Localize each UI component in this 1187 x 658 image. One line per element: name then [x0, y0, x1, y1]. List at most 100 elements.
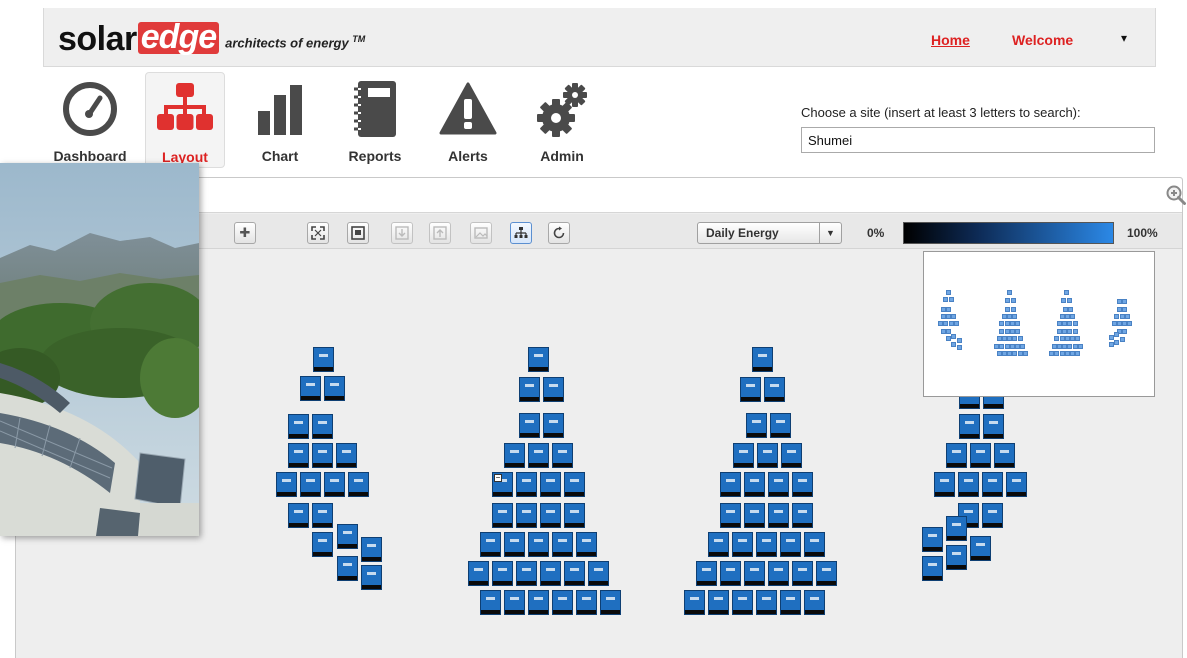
- tool-chart[interactable]: Chart: [240, 72, 320, 168]
- solar-module[interactable]: [600, 590, 621, 615]
- solar-module[interactable]: [516, 503, 537, 528]
- solar-module[interactable]: [770, 413, 791, 438]
- logical-layout-button[interactable]: [510, 222, 532, 244]
- solar-module[interactable]: [764, 377, 785, 402]
- tool-layout[interactable]: Layout: [145, 72, 225, 168]
- zoom-in-icon[interactable]: [1166, 185, 1186, 205]
- solar-module[interactable]: [708, 590, 729, 615]
- solar-module[interactable]: [324, 472, 345, 497]
- solar-module[interactable]: [540, 503, 561, 528]
- solar-module[interactable]: [361, 537, 382, 562]
- solar-module[interactable]: [756, 590, 777, 615]
- solar-module[interactable]: [516, 561, 537, 586]
- solar-module[interactable]: [300, 376, 321, 401]
- solar-module[interactable]: [757, 443, 778, 468]
- solar-module[interactable]: [528, 347, 549, 372]
- solar-module[interactable]: [922, 527, 943, 552]
- solar-module[interactable]: [744, 472, 765, 497]
- move-down-button[interactable]: [391, 222, 413, 244]
- solar-module[interactable]: [312, 532, 333, 557]
- solar-module[interactable]: [746, 413, 767, 438]
- solar-module[interactable]: [552, 532, 573, 557]
- solar-module[interactable]: [504, 532, 525, 557]
- solar-module[interactable]: [732, 532, 753, 557]
- solar-module[interactable]: [994, 443, 1015, 468]
- solar-module[interactable]: [543, 377, 564, 402]
- solar-module[interactable]: [468, 561, 489, 586]
- solar-module[interactable]: [337, 556, 358, 581]
- tool-admin[interactable]: Admin: [522, 72, 602, 168]
- welcome-label[interactable]: Welcome: [1012, 32, 1073, 48]
- solar-module[interactable]: [519, 377, 540, 402]
- solar-module[interactable]: [732, 590, 753, 615]
- home-link[interactable]: Home: [931, 32, 970, 48]
- tool-reports[interactable]: Reports: [335, 72, 415, 168]
- solar-module[interactable]: [744, 561, 765, 586]
- solar-module[interactable]: [576, 590, 597, 615]
- solar-module[interactable]: [720, 561, 741, 586]
- zoom-in-button[interactable]: ✚: [234, 222, 256, 244]
- solar-module[interactable]: [946, 516, 967, 541]
- solar-module[interactable]: [552, 443, 573, 468]
- solar-module[interactable]: [720, 472, 741, 497]
- energy-metric-select[interactable]: Daily Energy ▼: [697, 222, 842, 244]
- solar-module[interactable]: [540, 561, 561, 586]
- refresh-button[interactable]: [548, 222, 570, 244]
- solar-module[interactable]: [528, 443, 549, 468]
- solar-module[interactable]: [970, 536, 991, 561]
- solar-module[interactable]: [300, 472, 321, 497]
- solar-module[interactable]: [480, 590, 501, 615]
- solar-module[interactable]: [934, 472, 955, 497]
- solar-module[interactable]: [922, 556, 943, 581]
- tool-dashboard[interactable]: Dashboard: [50, 72, 130, 168]
- solar-module[interactable]: [312, 503, 333, 528]
- solar-module[interactable]: [733, 443, 754, 468]
- site-search-input[interactable]: [801, 127, 1155, 153]
- solar-module[interactable]: [588, 561, 609, 586]
- solar-module[interactable]: [576, 532, 597, 557]
- solar-module[interactable]: [519, 413, 540, 438]
- solar-module[interactable]: [792, 472, 813, 497]
- solar-module[interactable]: [348, 472, 369, 497]
- solar-module[interactable]: [792, 503, 813, 528]
- solar-module[interactable]: [337, 524, 358, 549]
- solar-module[interactable]: [564, 472, 585, 497]
- solar-module[interactable]: [768, 472, 789, 497]
- tool-alerts[interactable]: Alerts: [428, 72, 508, 168]
- solar-module[interactable]: [324, 376, 345, 401]
- solar-module[interactable]: [970, 443, 991, 468]
- solar-module[interactable]: [564, 503, 585, 528]
- solar-module[interactable]: [959, 414, 980, 439]
- fit-to-screen-button[interactable]: [307, 222, 329, 244]
- solar-module[interactable]: [696, 561, 717, 586]
- solar-module[interactable]: [312, 414, 333, 439]
- solar-module[interactable]: [504, 590, 525, 615]
- solar-module[interactable]: [744, 503, 765, 528]
- solar-module[interactable]: [768, 503, 789, 528]
- solar-module[interactable]: [792, 561, 813, 586]
- solar-module[interactable]: [480, 532, 501, 557]
- chevron-down-icon[interactable]: ▾: [1121, 31, 1127, 45]
- solar-module[interactable]: [816, 561, 837, 586]
- module-view-button[interactable]: [347, 222, 369, 244]
- solar-module[interactable]: [540, 472, 561, 497]
- solar-module[interactable]: [276, 472, 297, 497]
- solar-module[interactable]: [780, 532, 801, 557]
- solar-module[interactable]: [361, 565, 382, 590]
- move-up-button[interactable]: [429, 222, 451, 244]
- solar-module[interactable]: [756, 532, 777, 557]
- layout-minimap[interactable]: [923, 251, 1155, 397]
- solar-module[interactable]: [504, 443, 525, 468]
- solar-module[interactable]: [958, 472, 979, 497]
- solar-module[interactable]: [288, 443, 309, 468]
- solar-module[interactable]: [528, 532, 549, 557]
- solar-module[interactable]: [288, 414, 309, 439]
- solar-module[interactable]: [982, 503, 1003, 528]
- background-image-button[interactable]: [470, 222, 492, 244]
- solar-module[interactable]: [1006, 472, 1027, 497]
- collapse-marker-icon[interactable]: −: [494, 474, 502, 482]
- solar-module[interactable]: [336, 443, 357, 468]
- solar-module[interactable]: [804, 590, 825, 615]
- solar-module[interactable]: [768, 561, 789, 586]
- solar-module[interactable]: [982, 472, 1003, 497]
